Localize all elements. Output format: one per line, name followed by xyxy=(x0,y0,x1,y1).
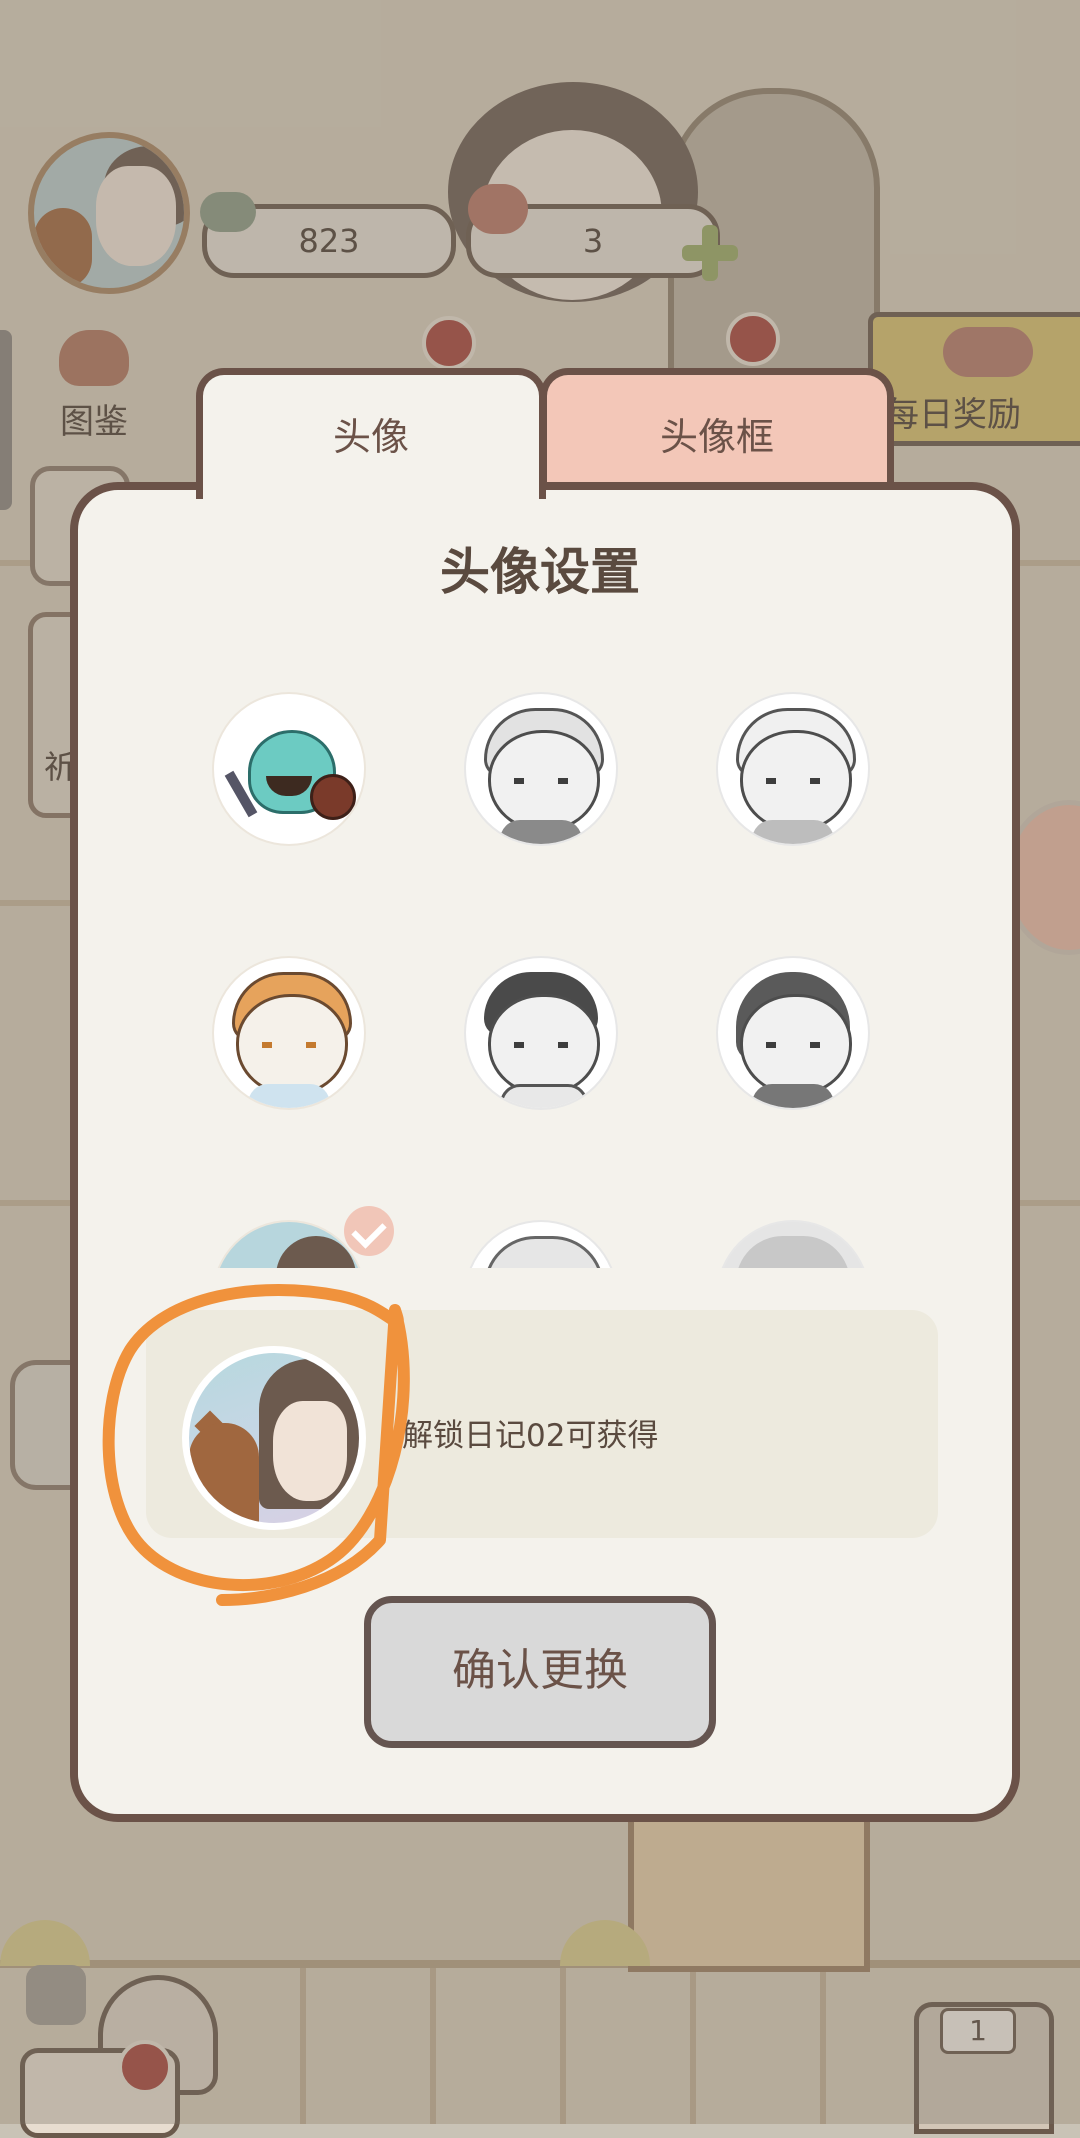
dialog-title: 头像设置 xyxy=(440,543,640,601)
selected-check-icon xyxy=(344,1206,394,1256)
avatar-shirt xyxy=(248,1084,330,1108)
avatar-shirt xyxy=(500,820,582,844)
avatar-eyes xyxy=(514,1042,568,1048)
avatar-eyes xyxy=(766,1042,820,1048)
dark-hair-boy-avatar[interactable] xyxy=(466,958,616,1108)
girl-cat-avatar[interactable] xyxy=(214,1222,364,1268)
avatar-shirt xyxy=(752,820,834,844)
avatar-hair xyxy=(276,1236,356,1268)
avatar-shirt xyxy=(752,1084,834,1108)
selected-avatar-preview xyxy=(182,1346,366,1530)
avatar-cat xyxy=(189,1423,259,1523)
confirm-change-button[interactable]: 确认更换 xyxy=(364,1596,716,1748)
avatar-shirt xyxy=(500,1084,588,1108)
shield-icon xyxy=(310,774,356,820)
orange-hair-boy-avatar[interactable] xyxy=(214,958,364,1108)
gray-avatar-1[interactable] xyxy=(466,1222,616,1268)
tab-avatar-frame[interactable]: 头像框 xyxy=(540,368,894,499)
gray-avatar-2[interactable] xyxy=(718,1222,868,1268)
avatar-hair xyxy=(484,1236,604,1268)
boy-worried-avatar[interactable] xyxy=(718,694,868,844)
slime-avatar[interactable] xyxy=(214,694,364,844)
avatar-grid xyxy=(140,680,940,1268)
avatar-face xyxy=(273,1401,347,1501)
unlock-hint: 解锁日记02可获得 xyxy=(402,1418,659,1454)
tab-connector xyxy=(203,478,539,498)
avatar-hair xyxy=(736,1236,850,1268)
avatar-eyes xyxy=(262,1042,316,1048)
avatar-eyes xyxy=(514,778,568,784)
girl-bob-avatar[interactable] xyxy=(718,958,868,1108)
boy-wavy-hair-avatar[interactable] xyxy=(466,694,616,844)
avatar-eyes xyxy=(766,778,820,784)
